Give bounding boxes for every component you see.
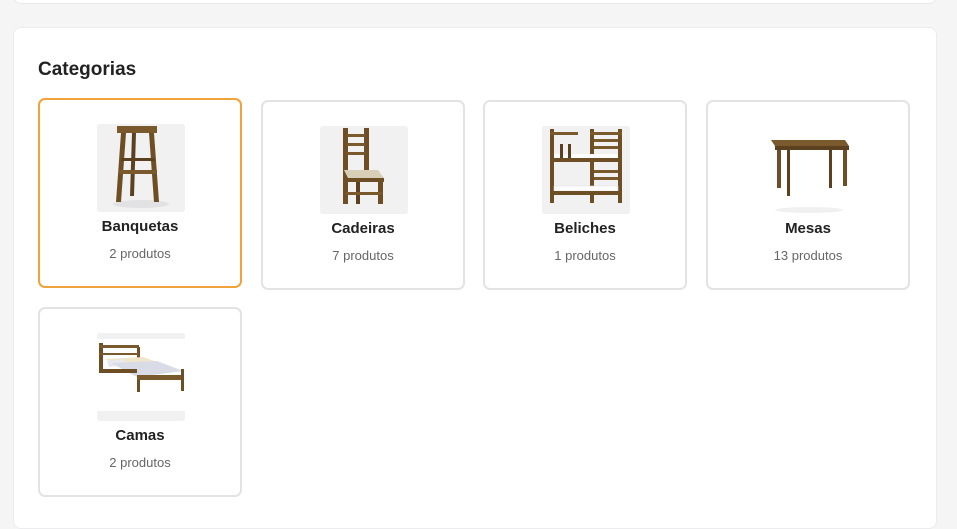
category-name: Beliches [554,220,616,237]
category-name: Camas [115,427,165,444]
category-count: 2 produtos [109,246,171,261]
table-image [765,126,853,214]
categories-section: Categorias Banquetas 2 produtos Cadeiras… [13,27,937,529]
category-count: 7 produtos [332,248,394,263]
category-name: Mesas [785,220,831,237]
category-name: Banquetas [101,218,179,235]
category-count: 2 produtos [109,455,171,470]
category-card-cadeiras[interactable]: Cadeiras 7 produtos [261,100,465,290]
category-count: 1 produtos [554,248,616,263]
chair-image [320,126,408,214]
previous-section-card [13,0,937,4]
section-title: Categorias [38,59,137,80]
category-count: 13 produtos [773,248,843,263]
bed-image [97,333,185,421]
category-card-banquetas[interactable]: Banquetas 2 produtos [38,98,242,288]
stool-image [97,124,185,212]
category-card-beliches[interactable]: Beliches 1 produtos [483,100,687,290]
bunk-bed-image [542,126,630,214]
category-name: Cadeiras [331,220,395,237]
category-card-mesas[interactable]: Mesas 13 produtos [706,100,910,290]
category-card-camas[interactable]: Camas 2 produtos [38,307,242,497]
